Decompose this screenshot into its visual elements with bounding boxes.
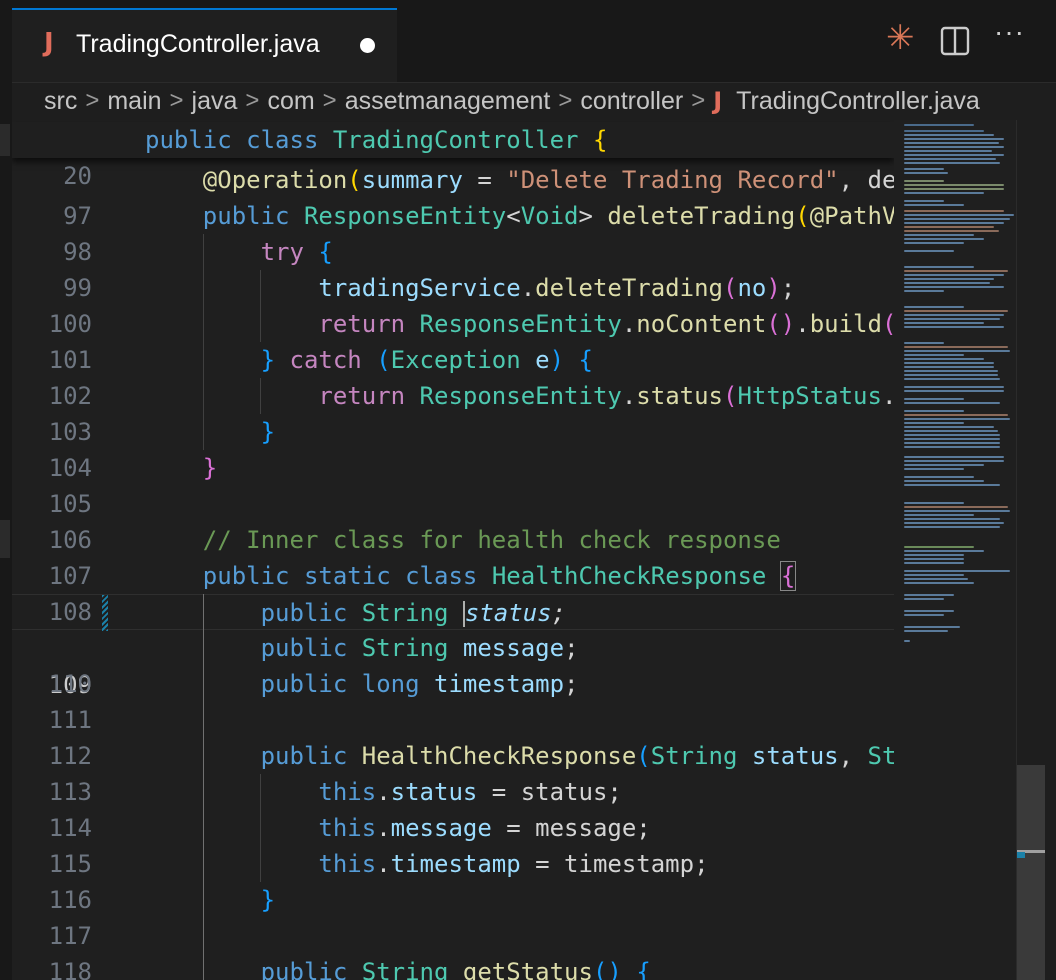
code-text: public String message; [260, 634, 579, 662]
breadcrumb-file[interactable]: TradingController.java [736, 87, 980, 116]
chevron-right-icon: > [245, 87, 260, 115]
code-line[interactable]: 101 return ResponseEntity.noContent().bu… [12, 306, 894, 374]
code-line[interactable]: 117 } [12, 882, 894, 950]
code-line[interactable]: 98 public ResponseEntity<Void> deleteTra… [12, 198, 894, 266]
indent-guide [260, 774, 261, 882]
code-line-active[interactable]: 109 public String status; [12, 594, 894, 699]
code-line[interactable]: 104 } [12, 414, 894, 482]
code-text: } [260, 886, 276, 914]
editor-actions: ✳ ··· [876, 16, 1056, 62]
code-line[interactable]: 112 [12, 702, 894, 770]
code-line[interactable]: 103 return ResponseEntity.status(HttpSta… [12, 378, 894, 446]
indent-guide [203, 234, 204, 450]
code-text: public ResponseEntity<Void> deleteTradin… [202, 202, 894, 230]
code-line[interactable]: 114 this.status = status; [12, 774, 894, 842]
vertical-scrollbar[interactable] [1016, 120, 1056, 980]
code-text: tradingService.deleteTrading(no); [318, 274, 796, 302]
code-text: return ResponseEntity.noContent().build( [318, 310, 894, 338]
unsaved-dot-icon[interactable] [360, 38, 375, 53]
minimap[interactable] [894, 120, 1016, 980]
editor-tab[interactable]: J TradingController.java [12, 8, 397, 82]
code-text: public HealthCheckResponse(String status… [260, 742, 894, 770]
indent-guide [260, 270, 261, 342]
breadcrumb-item[interactable]: java [192, 87, 238, 116]
code-line[interactable]: 97 @Operation(summary = "Delete Trading … [12, 162, 894, 230]
code-line[interactable]: 99 try { [12, 234, 894, 302]
code-text: try { [260, 238, 333, 266]
modified-line-gutter-icon [102, 595, 108, 631]
code-line[interactable]: 113 public HealthCheckResponse(String st… [12, 738, 894, 806]
chevron-right-icon: > [691, 87, 706, 115]
edge-marker [0, 520, 10, 558]
code-text: public String getStatus() { [260, 958, 651, 980]
more-actions-icon[interactable]: ··· [994, 16, 1025, 48]
code-line[interactable]: 118 [12, 918, 894, 980]
breadcrumb-item[interactable]: controller [580, 87, 683, 116]
code-line[interactable]: 119 public String getStatus() { [12, 954, 894, 980]
editor-tab-bar: J TradingController.java ✳ ··· [12, 0, 1056, 83]
breadcrumb-item[interactable]: src [44, 87, 77, 116]
code-line[interactable]: 106 [12, 486, 894, 554]
breadcrumb-item[interactable]: com [267, 87, 314, 116]
code-text: // Inner class for health check response [202, 526, 781, 554]
breadcrumb: src > main > java > com > assetmanagement > contro… [44, 86, 980, 116]
chevron-right-icon: > [322, 87, 337, 115]
code-text: public static class HealthCheckResponse … [202, 561, 797, 591]
code-text: this.timestamp = timestamp; [318, 850, 709, 878]
code-line[interactable]: 110 public String message; [12, 630, 894, 698]
code-line[interactable]: 100 tradingService.deleteTrading(no); [12, 270, 894, 338]
scrollbar-thumb[interactable] [1017, 765, 1045, 980]
code-text: return ResponseEntity.status(HttpStatus. [318, 382, 894, 410]
edge-marker [0, 124, 10, 156]
java-file-icon: J [713, 87, 723, 116]
code-text: @Operation(summary = "Delete Trading Rec… [202, 166, 894, 194]
chevron-right-icon: > [558, 87, 573, 115]
tab-title: TradingController.java [76, 30, 320, 58]
scrollbar-change-marker [1017, 852, 1025, 858]
code-line[interactable]: 115 this.message = message; [12, 810, 894, 878]
sticky-scroll-line[interactable]: 20 public class TradingController { [12, 122, 894, 190]
indent-guide-active [203, 594, 204, 980]
code-text: } catch (Exception e) { [260, 346, 593, 374]
code-text: } [202, 454, 218, 482]
code-line[interactable]: 116 this.timestamp = timestamp; [12, 846, 894, 914]
indent-guide [260, 378, 261, 414]
line-number: 20 [63, 162, 92, 190]
breadcrumb-item[interactable]: main [107, 87, 161, 116]
java-file-icon: J [44, 28, 54, 58]
code-line[interactable]: 107 // Inner class for health check resp… [12, 522, 894, 590]
code-line[interactable]: 111 public long timestamp; [12, 666, 894, 734]
chevron-right-icon: > [169, 87, 184, 115]
code-text: public long timestamp; [260, 670, 579, 698]
chevron-right-icon: > [85, 87, 100, 115]
split-editor-icon[interactable] [940, 26, 970, 61]
code-text: } [260, 418, 276, 446]
code-text: this.status = status; [318, 778, 622, 806]
activity-edge [0, 0, 12, 980]
code-text: public class TradingController { [145, 126, 608, 154]
breadcrumb-item[interactable]: assetmanagement [345, 87, 551, 116]
code-line[interactable]: 105 } [12, 450, 894, 518]
code-line[interactable]: 108 public static class HealthCheckRespo… [12, 558, 894, 626]
claude-icon[interactable]: ✳ [886, 18, 915, 58]
code-line[interactable]: 102 } catch (Exception e) { [12, 342, 894, 410]
code-text: this.message = message; [318, 814, 651, 842]
code-editor[interactable]: 20 public class TradingController { 97 @… [12, 120, 894, 980]
code-text: public String status; [260, 599, 567, 627]
